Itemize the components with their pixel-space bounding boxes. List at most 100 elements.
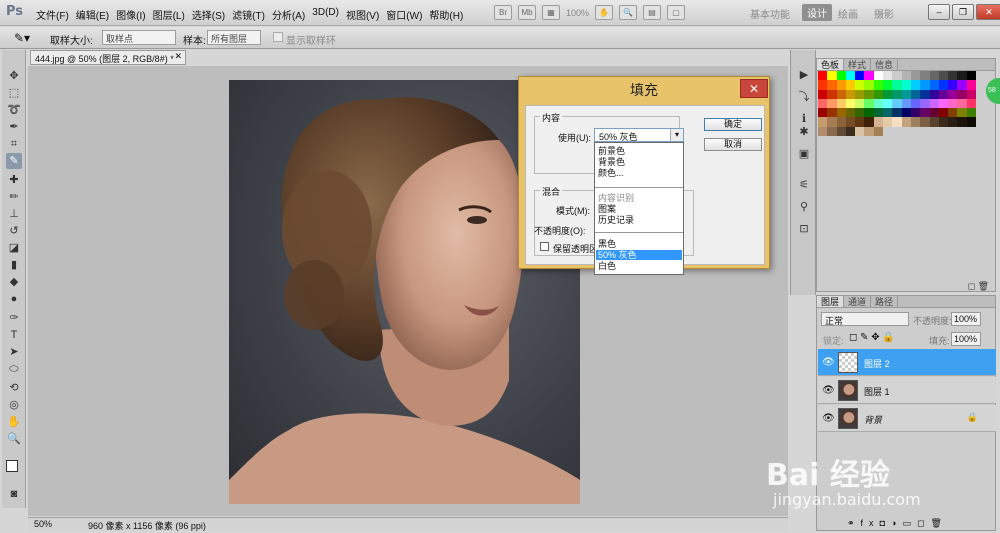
- color-swatch[interactable]: [873, 117, 884, 127]
- color-swatch[interactable]: [948, 108, 958, 118]
- layer-row[interactable]: 👁 背景 🔒: [818, 405, 996, 432]
- menu-file[interactable]: 文件(F): [36, 7, 76, 22]
- color-swatch[interactable]: [892, 89, 902, 99]
- zoom-level[interactable]: 100%: [566, 8, 589, 18]
- color-swatch[interactable]: [836, 71, 846, 81]
- color-swatch[interactable]: [818, 89, 828, 99]
- image-icon[interactable]: ▣: [796, 147, 812, 161]
- color-swatch[interactable]: [901, 80, 911, 90]
- color-swatch[interactable]: [948, 71, 958, 81]
- play-icon[interactable]: ▶: [796, 68, 812, 82]
- menu-analysis[interactable]: 分析(A): [272, 7, 312, 22]
- layer-row[interactable]: 👁 图层 1: [818, 377, 996, 404]
- color-swatch[interactable]: [855, 117, 865, 127]
- menu-filter[interactable]: 滤镜(T): [232, 7, 272, 22]
- color-swatch[interactable]: [910, 71, 921, 81]
- tab-styles[interactable]: 样式: [844, 59, 872, 70]
- dropdown-option[interactable]: 50% 灰色: [596, 250, 682, 260]
- history-icon[interactable]: ⤵: [796, 90, 812, 104]
- color-swatch[interactable]: [845, 117, 856, 127]
- color-swatch[interactable]: [966, 108, 977, 118]
- tab-info[interactable]: 信息: [871, 59, 899, 70]
- document-close-icon[interactable]: ✕: [174, 51, 182, 62]
- color-swatch[interactable]: [883, 89, 893, 99]
- menu-window[interactable]: 窗口(W): [386, 7, 429, 22]
- color-swatch[interactable]: [827, 80, 837, 90]
- color-swatch[interactable]: [864, 108, 874, 118]
- color-swatch[interactable]: [836, 117, 846, 127]
- preserve-transparency-checkbox[interactable]: [540, 242, 549, 251]
- menu-select[interactable]: 选择(S): [192, 7, 232, 22]
- color-swatch[interactable]: [948, 80, 958, 90]
- color-swatch[interactable]: [920, 80, 930, 90]
- color-swatch[interactable]: [827, 98, 837, 109]
- menu-layer[interactable]: 图层(L): [153, 7, 192, 22]
- info-icon[interactable]: ℹ: [796, 112, 812, 126]
- color-swatch[interactable]: [836, 108, 846, 118]
- color-swatch[interactable]: [892, 108, 902, 118]
- marquee-tool-icon[interactable]: ⬚: [6, 85, 22, 101]
- stamp-tool-icon[interactable]: ⊥: [6, 206, 22, 222]
- dropdown-option[interactable]: 白色: [596, 261, 682, 271]
- brush-presets-icon[interactable]: ⚟: [796, 178, 812, 192]
- color-swatch[interactable]: [920, 71, 930, 81]
- color-swatch[interactable]: [920, 117, 930, 127]
- color-swatch[interactable]: [818, 117, 828, 127]
- tool-presets-icon[interactable]: ⊡: [796, 222, 812, 236]
- color-swatch[interactable]: [948, 89, 958, 99]
- screen-mode-icon[interactable]: ▢: [667, 5, 686, 20]
- color-swatch[interactable]: [873, 108, 884, 118]
- use-select[interactable]: 50% 灰色 ▾: [594, 128, 684, 142]
- color-swatch[interactable]: [818, 126, 828, 137]
- color-swatch[interactable]: [827, 126, 837, 137]
- 3d-rotate-tool-icon[interactable]: ⟲: [6, 380, 22, 396]
- color-swatch[interactable]: [901, 71, 911, 81]
- color-swatch[interactable]: [892, 71, 902, 81]
- sample-select[interactable]: 所有图层: [207, 30, 261, 45]
- color-swatch[interactable]: [827, 89, 837, 99]
- path-select-tool-icon[interactable]: ➤: [6, 344, 22, 360]
- sample-size-select[interactable]: 取样点: [102, 30, 176, 45]
- color-swatch[interactable]: [957, 89, 967, 99]
- lock-icons[interactable]: ◻ ✎ ✥ 🔒: [849, 332, 895, 343]
- eye-icon[interactable]: 👁: [822, 357, 835, 368]
- color-swatch[interactable]: [855, 126, 865, 137]
- color-swatch[interactable]: [873, 80, 884, 90]
- color-swatch[interactable]: [929, 108, 939, 118]
- color-swatch[interactable]: [855, 89, 865, 99]
- trash-icon[interactable]: 🗑: [930, 518, 947, 528]
- color-swatch[interactable]: [864, 98, 874, 109]
- color-swatch[interactable]: [827, 71, 837, 81]
- color-swatch[interactable]: [836, 80, 846, 90]
- color-swatch[interactable]: [892, 80, 902, 90]
- zoom-tool-icon[interactable]: 🔍: [6, 431, 22, 447]
- group-icon[interactable]: ▭: [902, 518, 917, 528]
- zoom-tool-icon[interactable]: 🔍: [619, 5, 638, 20]
- color-swatch[interactable]: [845, 89, 856, 99]
- blur-tool-icon[interactable]: ◆: [6, 274, 22, 290]
- color-swatch[interactable]: [966, 71, 977, 81]
- color-swatch[interactable]: [818, 108, 828, 118]
- color-swatch[interactable]: [910, 80, 921, 90]
- menu-3d[interactable]: 3D(D): [312, 7, 346, 22]
- restore-button[interactable]: ❐: [952, 4, 974, 20]
- crop-tool-icon[interactable]: ⌗: [6, 136, 22, 152]
- color-swatch[interactable]: [966, 98, 977, 109]
- color-swatch[interactable]: [836, 89, 846, 99]
- color-swatch[interactable]: [883, 117, 893, 127]
- eyedropper-tool-icon[interactable]: ✎: [6, 153, 22, 169]
- quick-select-tool-icon[interactable]: ✒: [6, 119, 22, 135]
- adjust-icon[interactable]: ✱: [796, 125, 812, 139]
- color-swatch[interactable]: [929, 98, 939, 109]
- color-swatch[interactable]: [827, 117, 837, 127]
- color-swatch[interactable]: [827, 108, 837, 118]
- color-swatch[interactable]: [948, 98, 958, 109]
- eye-icon[interactable]: 👁: [822, 385, 835, 396]
- color-swatch[interactable]: [845, 98, 856, 109]
- cancel-button[interactable]: 取消: [704, 138, 762, 151]
- show-ring-checkbox[interactable]: [273, 32, 283, 42]
- menu-edit[interactable]: 编辑(E): [76, 7, 116, 22]
- mini-bridge-button[interactable]: Mb: [518, 5, 536, 20]
- blend-mode-select[interactable]: 正常: [821, 312, 909, 326]
- bridge-button[interactable]: Br: [494, 5, 512, 20]
